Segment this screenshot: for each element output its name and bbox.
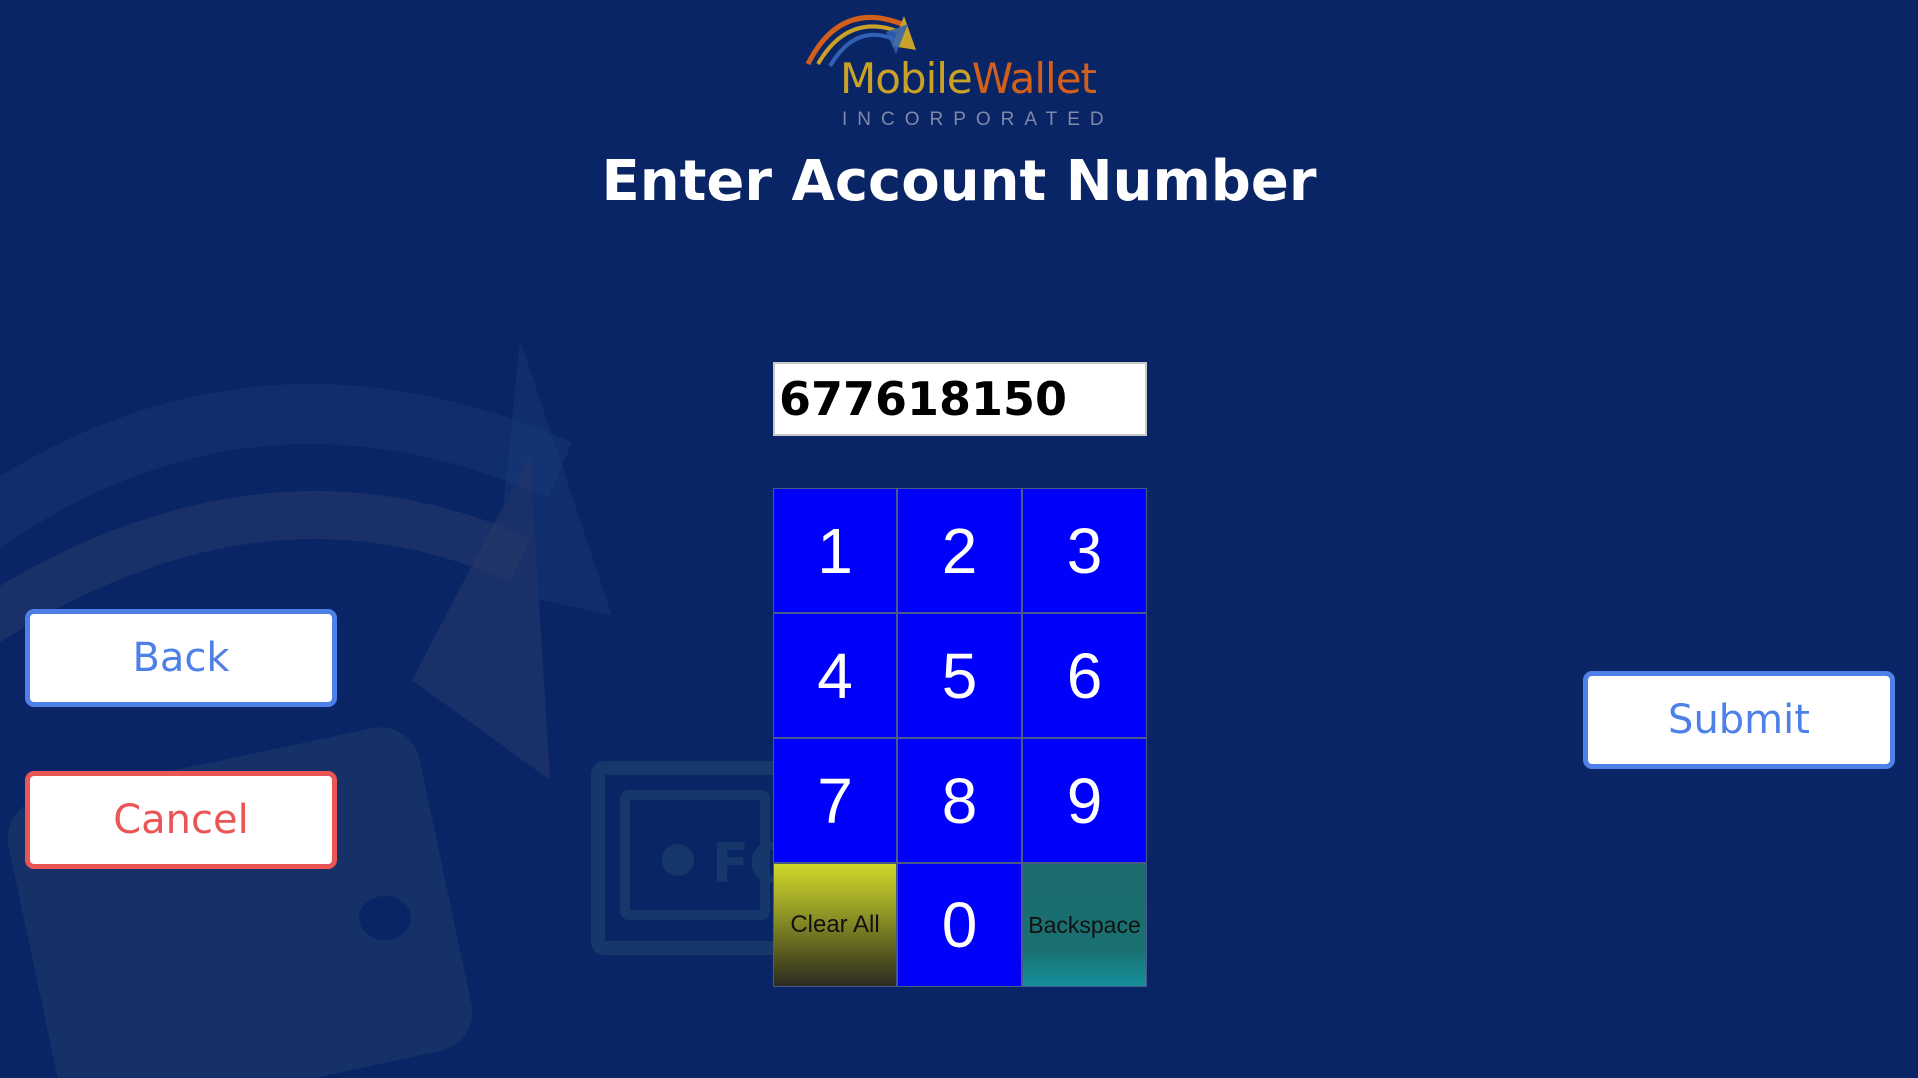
kiosk-screen: FC MobileWallet INCORPORATED Enter Accou… — [0, 0, 1918, 1078]
key-7[interactable]: 7 — [773, 738, 897, 863]
key-4[interactable]: 4 — [773, 613, 897, 738]
key-8[interactable]: 8 — [897, 738, 1022, 863]
backspace-button[interactable]: Backspace — [1022, 863, 1147, 987]
submit-button[interactable]: Submit — [1583, 671, 1895, 769]
key-2[interactable]: 2 — [897, 488, 1022, 613]
key-1[interactable]: 1 — [773, 488, 897, 613]
key-5[interactable]: 5 — [897, 613, 1022, 738]
page-title: Enter Account Number — [601, 149, 1317, 214]
logo-wordmark: MobileWallet — [840, 54, 1097, 103]
key-0[interactable]: 0 — [897, 863, 1022, 987]
company-logo: MobileWallet INCORPORATED — [800, 6, 1120, 136]
logo-subtitle: INCORPORATED — [842, 109, 1114, 130]
cancel-button[interactable]: Cancel — [25, 771, 337, 869]
numeric-keypad: 1 2 3 4 5 6 7 8 9 Clear All 0 Backspace — [773, 488, 1147, 987]
key-9[interactable]: 9 — [1022, 738, 1147, 863]
key-3[interactable]: 3 — [1022, 488, 1147, 613]
clear-all-button[interactable]: Clear All — [773, 863, 897, 987]
account-number-input[interactable] — [773, 362, 1147, 436]
key-6[interactable]: 6 — [1022, 613, 1147, 738]
back-button[interactable]: Back — [25, 609, 337, 707]
